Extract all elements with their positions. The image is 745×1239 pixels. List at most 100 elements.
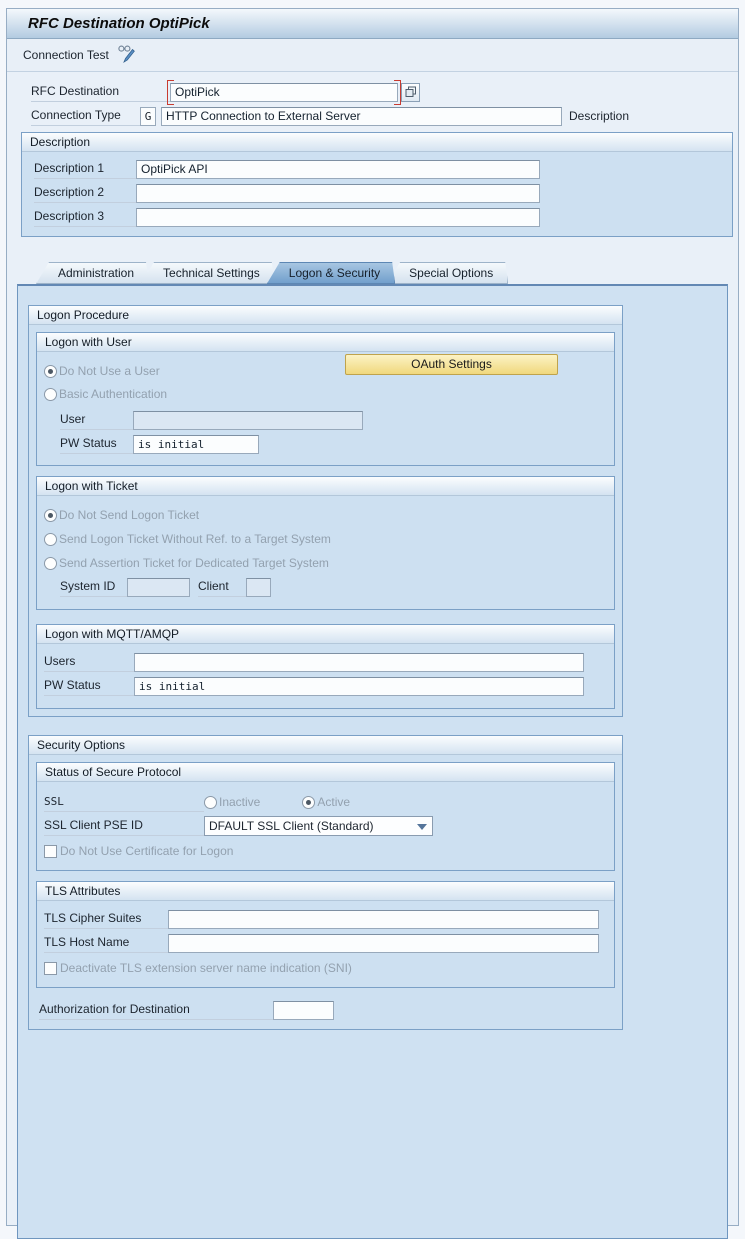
logon-procedure-groupbox: Logon Procedure Logon with User Do Not U…	[28, 305, 623, 717]
description-3-input[interactable]	[136, 208, 540, 227]
connection-type-code[interactable]: G	[140, 107, 156, 126]
tab-administration[interactable]: Administration	[36, 262, 149, 284]
ticket-no-ref-label: Send Logon Ticket Without Ref. to a Targ…	[59, 532, 331, 546]
rfc-destination-label: RFC Destination	[31, 82, 170, 102]
security-options-title: Security Options	[29, 736, 622, 755]
description-1-row: Description 1	[34, 158, 732, 180]
description-3-row: Description 3	[34, 206, 732, 228]
description-3-label: Description 3	[34, 207, 136, 227]
copy-icon[interactable]	[401, 83, 420, 102]
system-id-input	[127, 578, 190, 597]
logon-with-ticket-title: Logon with Ticket	[37, 477, 614, 496]
page-title: RFC Destination OptiPick	[7, 9, 738, 39]
sni-label: Deactivate TLS extension server name ind…	[60, 961, 352, 975]
tls-cipher-input[interactable]	[168, 910, 599, 929]
pw-status-value	[133, 435, 259, 454]
connection-test-label: Connection Test	[23, 48, 109, 62]
authorization-input[interactable]	[273, 1001, 334, 1020]
assertion-ticket-radio	[44, 557, 57, 570]
ssl-inactive-radio	[204, 796, 217, 809]
tab-technical-settings[interactable]: Technical Settings	[141, 262, 275, 284]
connection-type-label: Connection Type	[31, 106, 140, 126]
mqtt-pw-status-value	[134, 677, 584, 696]
tls-cipher-row: TLS Cipher Suites	[44, 907, 607, 931]
no-ticket-label: Do Not Send Logon Ticket	[59, 508, 199, 522]
security-options-groupbox: Security Options Status of Secure Protoc…	[28, 735, 623, 1030]
do-not-use-user-radio	[44, 365, 57, 378]
rfc-destination-input[interactable]	[170, 83, 398, 102]
tls-attributes-groupbox: TLS Attributes TLS Cipher Suites TLS Hos…	[36, 881, 615, 988]
no-ticket-radio	[44, 509, 57, 522]
oauth-settings-button[interactable]: OAuth Settings	[345, 354, 558, 375]
user-row: User	[60, 408, 607, 432]
system-id-label: System ID	[60, 577, 127, 597]
rfc-destination-row: RFC Destination	[31, 81, 738, 103]
description-2-input[interactable]	[136, 184, 540, 203]
ssl-pse-label: SSL Client PSE ID	[44, 816, 204, 836]
no-cert-option: Do Not Use Certificate for Logon	[44, 840, 607, 862]
authorization-row: Authorization for Destination	[36, 998, 615, 1022]
sap-window: RFC Destination OptiPick Connection Test…	[6, 8, 739, 1226]
description-1-input[interactable]	[136, 160, 540, 179]
tab-special-options[interactable]: Special Options	[387, 262, 508, 284]
ticket-no-ref-option: Send Logon Ticket Without Ref. to a Targ…	[44, 528, 607, 550]
connection-type-row: Connection Type G Description	[31, 105, 738, 127]
sni-checkbox	[44, 962, 57, 975]
basic-auth-label: Basic Authentication	[59, 387, 167, 401]
tls-attributes-title: TLS Attributes	[37, 882, 614, 901]
mqtt-users-row: Users	[44, 650, 607, 674]
do-not-use-user-label: Do Not Use a User	[59, 364, 160, 378]
no-cert-label: Do Not Use Certificate for Logon	[60, 844, 233, 858]
system-id-row: System ID Client	[60, 574, 607, 600]
do-not-use-user-option: Do Not Use a User OAuth Settings	[44, 359, 607, 383]
client-input	[246, 578, 271, 597]
connection-test-button[interactable]: Connection Test	[23, 44, 137, 66]
tab-strip: Administration Technical Settings Logon …	[36, 262, 738, 284]
pw-status-label: PW Status	[60, 434, 133, 454]
application-toolbar: Connection Test	[7, 39, 738, 72]
description-2-row: Description 2	[34, 182, 732, 204]
assertion-ticket-label: Send Assertion Ticket for Dedicated Targ…	[59, 556, 329, 570]
tls-cipher-label: TLS Cipher Suites	[44, 909, 168, 929]
no-ticket-option: Do Not Send Logon Ticket	[44, 504, 607, 526]
connection-type-text-input[interactable]	[161, 107, 562, 126]
no-cert-checkbox	[44, 845, 57, 858]
tls-host-input[interactable]	[168, 934, 599, 953]
logon-procedure-title: Logon Procedure	[29, 306, 622, 325]
connection-type-description-label: Description	[569, 109, 629, 123]
pw-status-row: PW Status	[60, 432, 607, 456]
mqtt-pw-status-label: PW Status	[44, 676, 134, 696]
logon-with-mqtt-title: Logon with MQTT/AMQP	[37, 625, 614, 644]
rfc-destination-focus	[170, 83, 398, 102]
user-label: User	[60, 410, 133, 430]
ticket-no-ref-radio	[44, 533, 57, 546]
logon-security-panel: Logon Procedure Logon with User Do Not U…	[17, 284, 728, 1239]
tab-logon-security[interactable]: Logon & Security	[267, 262, 395, 284]
basic-auth-radio	[44, 388, 57, 401]
display-change-icon[interactable]	[117, 44, 137, 66]
secure-protocol-title: Status of Secure Protocol	[37, 763, 614, 782]
ssl-active-radio	[302, 796, 315, 809]
secure-protocol-groupbox: Status of Secure Protocol SSL Inactive A…	[36, 762, 615, 871]
ssl-active-label: Active	[317, 795, 350, 809]
basic-auth-option: Basic Authentication	[44, 383, 607, 405]
mqtt-pw-status-row: PW Status	[44, 674, 607, 698]
description-2-label: Description 2	[34, 183, 136, 203]
logon-with-user-title: Logon with User	[37, 333, 614, 352]
logon-with-mqtt-groupbox: Logon with MQTT/AMQP Users PW Status	[36, 624, 615, 709]
ssl-row: SSL Inactive Active	[44, 790, 607, 814]
logon-with-ticket-groupbox: Logon with Ticket Do Not Send Logon Tick…	[36, 476, 615, 610]
ssl-pse-row: SSL Client PSE ID DFAULT SSL Client (Sta…	[44, 814, 607, 838]
description-1-label: Description 1	[34, 159, 136, 179]
mqtt-users-input[interactable]	[134, 653, 584, 672]
user-input	[133, 411, 363, 430]
description-groupbox: Description Description 1 Description 2 …	[21, 132, 733, 237]
mqtt-users-label: Users	[44, 652, 134, 672]
ssl-pse-dropdown[interactable]: DFAULT SSL Client (Standard)	[204, 816, 433, 836]
logon-with-user-groupbox: Logon with User Do Not Use a User OAuth …	[36, 332, 615, 466]
assertion-ticket-option: Send Assertion Ticket for Dedicated Targ…	[44, 552, 607, 574]
authorization-label: Authorization for Destination	[39, 1000, 273, 1020]
tls-host-row: TLS Host Name	[44, 931, 607, 955]
tls-host-label: TLS Host Name	[44, 933, 168, 953]
sni-option: Deactivate TLS extension server name ind…	[44, 957, 607, 979]
